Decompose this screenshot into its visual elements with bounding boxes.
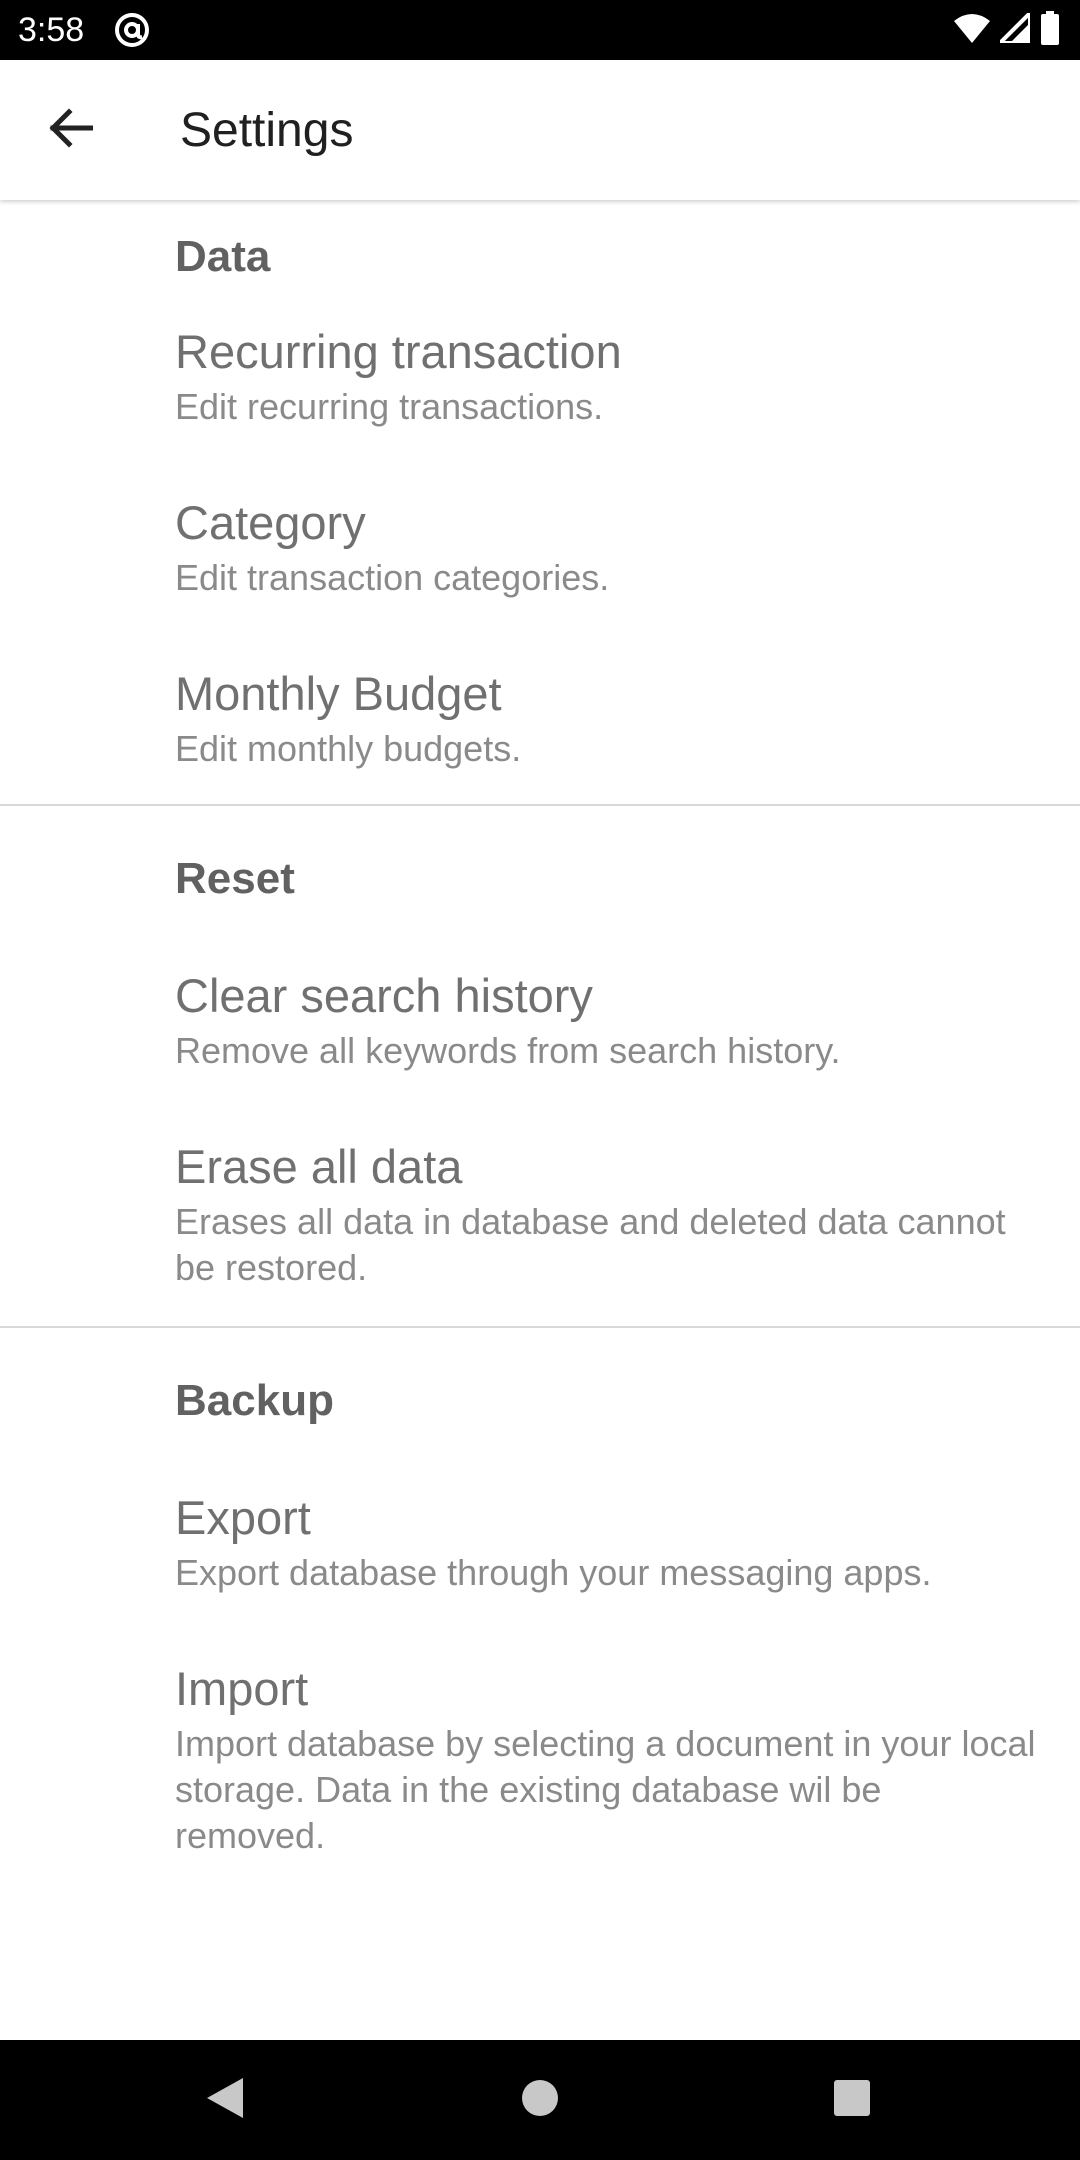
pref-summary: Remove all keywords from search history. [175,1030,841,1071]
pref-category[interactable]: Category Edit transaction categories. [0,493,1080,601]
page-title: Settings [180,104,354,157]
pref-summary: Erases all data in database and deleted … [175,1201,1006,1288]
back-triangle-icon [203,2076,247,2125]
pref-title: Recurring transaction [175,325,622,378]
settings-list: Data Recurring transaction Edit recurrin… [0,200,1080,2040]
pref-clear-search-history[interactable]: Clear search history Remove all keywords… [0,966,1080,1074]
navigation-bar [0,2040,1080,2160]
home-circle-icon [520,2078,560,2123]
nav-back-button[interactable] [195,2070,255,2130]
pref-summary: Import database by selecting a document … [175,1723,1036,1856]
pref-summary: Edit transaction categories. [175,557,610,598]
pref-title: Erase all data [175,1140,463,1193]
pref-title: Category [175,496,366,549]
section-title-backup: Backup [175,1376,334,1425]
pref-import[interactable]: Import Import database by selecting a do… [0,1659,1080,1859]
wifi-icon [954,13,990,48]
pref-title: Monthly Budget [175,667,502,720]
pref-summary: Export database through your messaging a… [175,1552,932,1593]
section-title-data: Data [175,232,271,281]
signal-icon [995,7,1032,48]
pref-erase-all-data[interactable]: Erase all data Erases all data in databa… [0,1137,1080,1291]
back-button[interactable] [30,100,110,160]
status-icons [954,7,1060,50]
nav-home-button[interactable] [510,2070,570,2130]
pref-summary: Edit monthly budgets. [175,728,522,769]
section-title-reset: Reset [175,854,295,903]
pref-title: Clear search history [175,969,593,1022]
status-time: 3:58 [18,11,85,49]
pref-summary: Edit recurring transactions. [175,386,604,427]
pref-export[interactable]: Export Export database through your mess… [0,1488,1080,1596]
pref-title: Export [175,1491,311,1544]
recents-square-icon [832,2078,872,2123]
pref-title: Import [175,1662,309,1715]
nav-recents-button[interactable] [822,2070,882,2130]
section-divider [0,1326,1080,1328]
arrow-back-icon [47,107,94,153]
section-divider [0,804,1080,806]
battery-icon [1040,10,1060,50]
pref-recurring-transaction[interactable]: Recurring transaction Edit recurring tra… [0,322,1080,430]
pref-monthly-budget[interactable]: Monthly Budget Edit monthly budgets. [0,664,1080,772]
app-bar: Settings [0,60,1080,200]
at-sign-icon [112,10,152,50]
status-bar: 3:58 [0,0,1080,60]
